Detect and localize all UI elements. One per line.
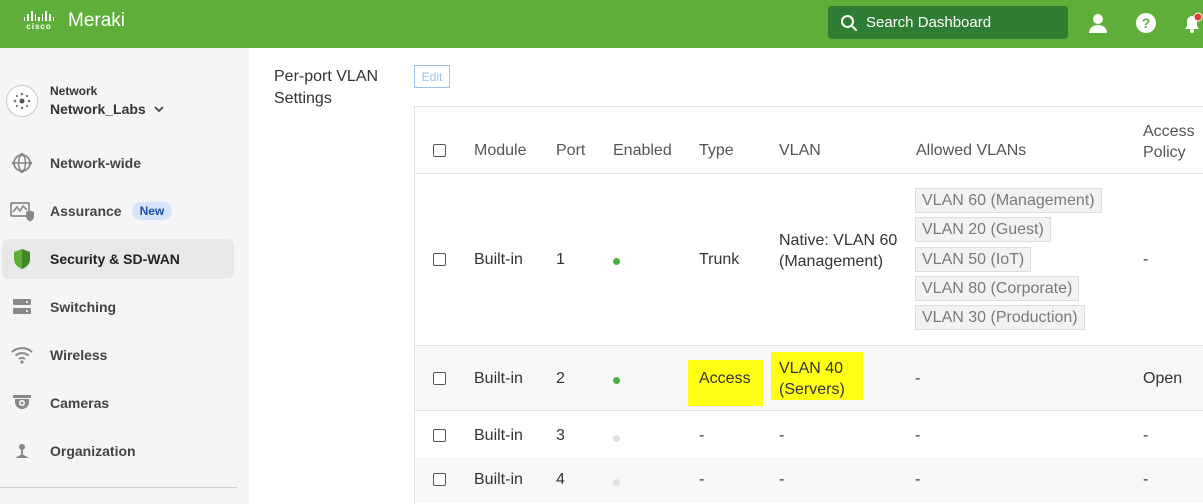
sidebar-item-cameras[interactable]: Cameras: [2, 383, 234, 423]
access-policy-cell: -: [1143, 427, 1149, 444]
sidebar-item-wireless[interactable]: Wireless: [2, 335, 234, 375]
port-cell: 4: [556, 471, 565, 488]
access-policy-cell: Open: [1143, 370, 1183, 387]
switch-icon: [10, 295, 34, 319]
meraki-logo[interactable]: cisco Meraki: [22, 10, 125, 32]
column-header-allowed-vlans[interactable]: Allowed VLANs: [916, 142, 1026, 160]
table-row[interactable]: Built-in 3 - - - -: [415, 410, 1203, 456]
vlan-table: Module Port Enabled Type VLAN Allowed VL…: [414, 106, 1203, 504]
new-badge: New: [131, 202, 173, 220]
search-icon: [840, 14, 858, 32]
network-selector[interactable]: Network Network_Labs: [6, 84, 164, 117]
sidebar: Network Network_Labs Network-wide Assura…: [0, 48, 249, 504]
port-cell: 1: [556, 251, 565, 268]
type-cell: Trunk: [699, 251, 740, 268]
allowed-vlan-tag: VLAN 30 (Production): [915, 305, 1085, 330]
network-label: Network: [50, 84, 98, 98]
sidebar-item-security-sd-wan[interactable]: Security & SD-WAN: [2, 239, 234, 279]
vlan-cell: -: [779, 427, 785, 444]
access-policy-cell: -: [1143, 471, 1149, 488]
port-cell: 2: [556, 370, 565, 387]
notifications-icon[interactable]: [1181, 12, 1203, 34]
help-icon[interactable]: ?: [1135, 12, 1157, 34]
user-icon[interactable]: [1087, 12, 1109, 34]
sidebar-item-label: Wireless: [50, 347, 108, 363]
vlan-cell: Native: VLAN 60 (Management): [779, 232, 898, 270]
row-checkbox[interactable]: [433, 253, 446, 266]
globe-icon: [10, 151, 34, 175]
row-checkbox[interactable]: [433, 372, 446, 385]
module-cell: Built-in: [474, 251, 523, 268]
table-row[interactable]: Built-in 4 - - - -: [415, 457, 1203, 503]
allowed-vlans-cell: -: [915, 427, 921, 444]
type-cell: Access: [699, 370, 751, 387]
sidebar-item-network-wide[interactable]: Network-wide: [2, 143, 234, 183]
brand-name: Meraki: [68, 10, 126, 31]
column-header-port[interactable]: Port: [556, 142, 585, 160]
network-name-text: Network_Labs: [50, 101, 146, 117]
sidebar-item-label: Cameras: [50, 395, 110, 411]
edit-button[interactable]: Edit: [414, 65, 450, 88]
sidebar-item-label: Assurance: [50, 203, 122, 219]
chevron-down-icon: [154, 105, 164, 113]
table-row[interactable]: Built-in 2 Access VLAN 40 (Servers) - Op…: [415, 346, 1203, 410]
module-cell: Built-in: [474, 471, 523, 488]
module-cell: Built-in: [474, 427, 523, 444]
enabled-indicator: [613, 258, 620, 265]
column-header-access-policy[interactable]: Access Policy: [1143, 121, 1203, 163]
enabled-indicator: [613, 435, 620, 442]
vlan-cell: -: [779, 471, 785, 488]
section-title: Per-port VLAN Settings: [274, 68, 379, 107]
shield-icon: [10, 247, 34, 271]
organization-icon: [10, 439, 34, 463]
table-header: Module Port Enabled Type VLAN Allowed VL…: [415, 107, 1203, 174]
type-cell: -: [699, 471, 705, 488]
enabled-indicator: [613, 377, 620, 384]
enabled-indicator: [613, 479, 620, 486]
table-row[interactable]: Built-in 1 Trunk Native: VLAN 60 (Manage…: [415, 174, 1203, 346]
allowed-vlan-tag: VLAN 20 (Guest): [915, 217, 1051, 242]
top-bar: cisco Meraki Search Dashboard ?: [0, 0, 1203, 48]
type-cell: -: [699, 427, 705, 444]
network-icon: [6, 84, 38, 117]
allowed-vlan-tag: VLAN 50 (IoT): [915, 247, 1032, 272]
allowed-vlans-cell: -: [915, 471, 921, 488]
row-checkbox[interactable]: [433, 429, 446, 442]
sidebar-item-organization[interactable]: Organization: [2, 431, 234, 471]
camera-icon: [10, 391, 34, 415]
sidebar-item-label: Switching: [50, 299, 117, 315]
row-checkbox[interactable]: [433, 473, 446, 486]
access-policy-cell: -: [1143, 251, 1149, 268]
network-name[interactable]: Network_Labs: [50, 101, 164, 117]
column-header-module[interactable]: Module: [474, 142, 526, 160]
allowed-vlan-tag: VLAN 60 (Management): [915, 188, 1102, 213]
allowed-vlan-tag: VLAN 80 (Corporate): [915, 276, 1080, 301]
sidebar-item-label: Network-wide: [50, 155, 142, 171]
module-cell: Built-in: [474, 370, 523, 387]
sidebar-item-label: Security & SD-WAN: [50, 251, 180, 267]
sidebar-divider: [0, 487, 237, 488]
vlan-cell: VLAN 40 (Servers): [779, 360, 845, 398]
assurance-icon: [10, 199, 34, 223]
port-cell: 3: [556, 427, 565, 444]
column-header-vlan[interactable]: VLAN: [779, 142, 821, 160]
column-header-enabled[interactable]: Enabled: [613, 142, 672, 160]
wifi-icon: [10, 343, 34, 367]
allowed-vlans-cell: -: [915, 370, 921, 387]
select-all-checkbox[interactable]: [433, 144, 446, 157]
sidebar-item-switching[interactable]: Switching: [2, 287, 234, 327]
cisco-text: cisco: [26, 22, 52, 31]
sidebar-item-assurance[interactable]: Assurance New: [2, 191, 234, 231]
cisco-logo: cisco: [22, 11, 56, 31]
search-label: Search Dashboard: [866, 14, 992, 31]
sidebar-item-label: Organization: [50, 443, 136, 459]
search-dashboard-button[interactable]: Search Dashboard: [828, 6, 1068, 39]
column-header-type[interactable]: Type: [699, 142, 734, 160]
svg-text:?: ?: [1142, 15, 1151, 31]
